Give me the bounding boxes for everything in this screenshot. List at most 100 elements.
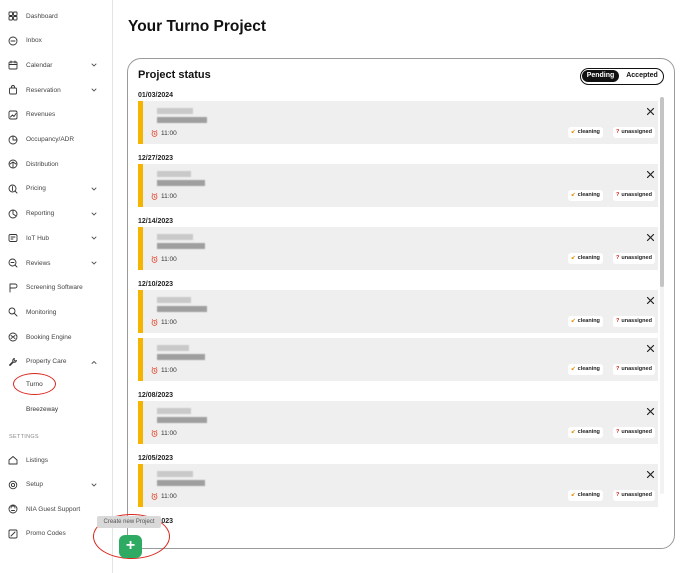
trend-icon (8, 110, 18, 120)
task-card[interactable]: 11:00 ↙ cleaning? unassigned (138, 290, 658, 333)
chevron-down-icon[interactable] (90, 61, 98, 69)
sidebar-item-calendar[interactable]: Calendar (0, 55, 112, 75)
sidebar-item-setup[interactable]: Setup (0, 475, 112, 495)
sidebar-item-reviews[interactable]: Reviews (0, 253, 112, 273)
sidebar-item-label: Distribution (26, 160, 59, 168)
sidebar-item-distribution[interactable]: Distribution (0, 154, 112, 174)
alarm-clock-icon (151, 493, 158, 500)
sidebar-item-dashboard[interactable]: Dashboard (0, 6, 112, 26)
broom-icon: ↙ (571, 129, 576, 135)
chat-icon (8, 36, 18, 46)
cleaning-badge: ↙ cleaning (568, 427, 603, 438)
cleaning-badge: ↙ cleaning (568, 190, 603, 201)
sidebar-item-label: Pricing (26, 185, 46, 193)
sidebar-item-nia-guest-support[interactable]: NIA Guest Support (0, 499, 112, 519)
sidebar-item-property-care[interactable]: Property Care (0, 352, 112, 372)
task-time-value: 11:00 (161, 319, 177, 326)
dollar-icon (8, 184, 18, 194)
chevron-down-icon[interactable] (90, 234, 98, 242)
sidebar-item-reservation[interactable]: Reservation (0, 80, 112, 100)
toggle-pending[interactable]: Pending (582, 70, 619, 83)
chevron-down-icon[interactable] (90, 185, 98, 193)
status-badge-label: unassigned (621, 129, 652, 135)
status-badge: ? unassigned (613, 364, 655, 375)
close-icon[interactable] (646, 296, 655, 305)
sidebar-item-booking-engine[interactable]: Booking Engine (0, 327, 112, 347)
alarm-clock-icon (151, 367, 158, 374)
task-time-value: 11:00 (161, 493, 177, 500)
scrollbar-thumb[interactable] (660, 97, 664, 287)
sidebar-item-reporting[interactable]: Reporting (0, 204, 112, 224)
broom-icon: ↙ (571, 429, 576, 435)
sidebar: Dashboard Inbox Calendar Reservation Revenue… (0, 0, 113, 573)
cleaning-badge-label: cleaning (577, 129, 600, 135)
redacted-text (157, 297, 191, 303)
sidebar-item-listings[interactable]: Listings (0, 450, 112, 470)
task-card[interactable]: 11:00 ↙ cleaning? unassigned (138, 338, 658, 381)
cleaning-badge: ↙ cleaning (568, 253, 603, 264)
wrench-icon (8, 357, 18, 367)
date-heading: 12/27/2023 (138, 155, 174, 162)
status-badge-label: unassigned (621, 366, 652, 372)
redacted-text (157, 117, 207, 123)
task-card[interactable]: 11:00 ↙ cleaning? unassigned (138, 227, 658, 270)
status-badge: ? unassigned (613, 253, 655, 264)
sidebar-item-label: NIA Guest Support (26, 505, 81, 513)
sidebar-item-label: Screening Software (26, 284, 83, 292)
broom-icon: ↙ (571, 255, 576, 261)
cleaning-badge-label: cleaning (577, 192, 600, 198)
date-heading: 12/10/2023 (138, 281, 174, 288)
sidebar-item-label: Monitoring (26, 308, 57, 316)
close-icon[interactable] (646, 233, 655, 242)
sidebar-item-monitoring[interactable]: Monitoring (0, 302, 112, 322)
task-time: 11:00 (151, 430, 177, 437)
task-card[interactable]: 11:00 ↙ cleaning? unassigned (138, 464, 658, 507)
chevron-down-icon[interactable] (90, 259, 98, 267)
iot-icon (8, 233, 18, 243)
sidebar-item-inbox[interactable]: Inbox (0, 31, 112, 51)
sidebar-item-label: Reviews (26, 259, 51, 267)
toggle-accepted[interactable]: Accepted (621, 69, 663, 83)
close-icon[interactable] (646, 470, 655, 479)
close-icon[interactable] (646, 170, 655, 179)
chevron-down-icon[interactable] (90, 210, 98, 218)
question-icon: ? (616, 129, 620, 135)
close-icon[interactable] (646, 107, 655, 116)
sidebar-item-label: Promo Codes (26, 530, 66, 537)
status-badge-label: unassigned (621, 192, 652, 198)
status-toggle[interactable]: Pending Accepted (580, 68, 664, 85)
network-icon (8, 159, 18, 169)
sidebar-item-label: Property Care (26, 358, 67, 366)
create-project-button[interactable]: + (119, 535, 142, 558)
redacted-text (157, 408, 191, 414)
close-icon[interactable] (646, 407, 655, 416)
settings-section-label: SETTINGS (9, 434, 39, 440)
sidebar-item-revenues[interactable]: Revenues (0, 105, 112, 125)
status-badge-label: unassigned (621, 492, 652, 498)
sidebar-item-occupancy-adr[interactable]: Occupancy/ADR (0, 130, 112, 150)
globe-icon (8, 332, 18, 342)
sidebar-item-iot-hub[interactable]: IoT Hub (0, 228, 112, 248)
project-status-card: Project status Pending Accepted 01/03/20… (127, 58, 675, 549)
redacted-text (157, 345, 189, 351)
task-card[interactable]: 11:00 ↙ cleaning? unassigned (138, 401, 658, 444)
cleaning-badge: ↙ cleaning (568, 490, 603, 501)
redacted-text (157, 417, 207, 423)
close-icon[interactable] (646, 344, 655, 353)
broom-icon: ↙ (571, 492, 576, 498)
question-icon: ? (616, 255, 620, 261)
status-badge: ? unassigned (613, 316, 655, 327)
sidebar-item-label: Dashboard (26, 12, 58, 20)
chevron-down-icon[interactable] (90, 86, 98, 94)
chevron-up-icon[interactable] (90, 358, 98, 366)
task-card[interactable]: 11:00 ↙ cleaning? unassigned (138, 101, 658, 144)
sidebar-item-label: Inbox (26, 37, 42, 45)
chevron-down-icon[interactable] (90, 481, 98, 489)
cleaning-badge-label: cleaning (577, 366, 600, 372)
alarm-clock-icon (151, 430, 158, 437)
cleaning-badge: ↙ cleaning (568, 127, 603, 138)
task-card[interactable]: 11:00 ↙ cleaning? unassigned (138, 164, 658, 207)
sidebar-item-screening-software[interactable]: Screening Software (0, 278, 112, 298)
sidebar-subitem-breezeway[interactable]: Breezeway (26, 406, 58, 413)
sidebar-item-pricing[interactable]: Pricing (0, 179, 112, 199)
